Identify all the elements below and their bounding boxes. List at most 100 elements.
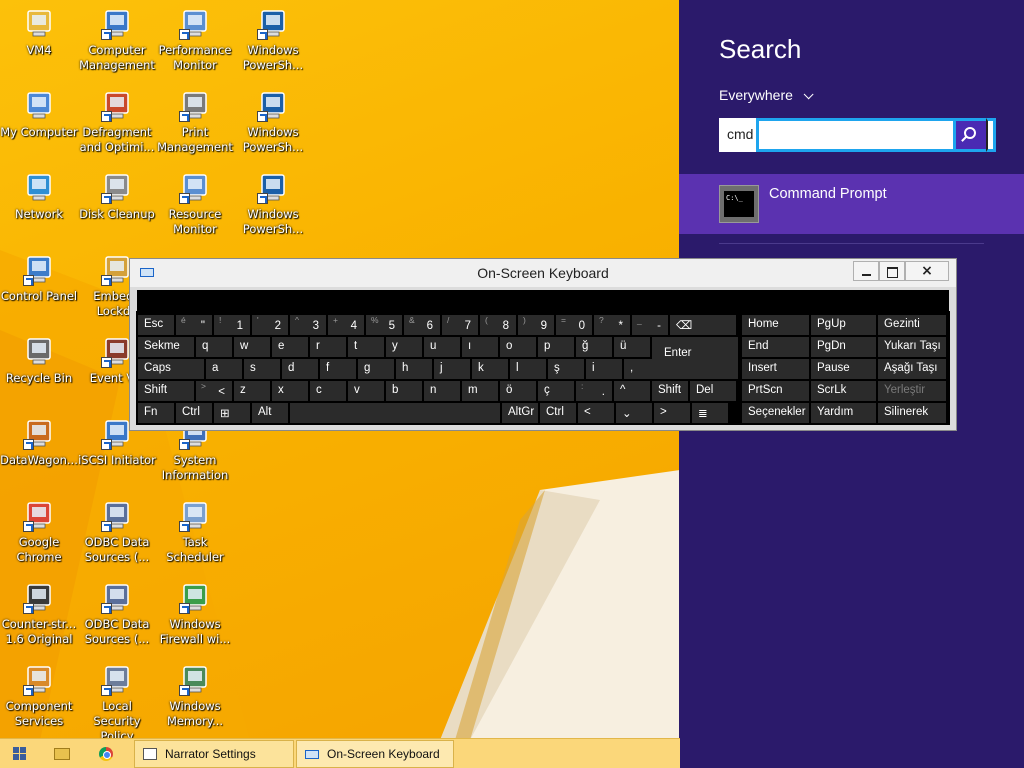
key-ctrl[interactable]: Ctrl	[176, 403, 212, 423]
desktop-icon-counter-strike[interactable]: Counter-str... 1.6 Original	[0, 582, 78, 647]
key-up-arrow[interactable]: ^	[614, 381, 650, 401]
key-p[interactable]: p	[538, 337, 574, 357]
key-2[interactable]: 2 '	[252, 315, 288, 335]
key-left[interactable]: < >	[196, 381, 232, 401]
key-ü[interactable]: ü	[614, 337, 650, 357]
taskbar-item-narrator-settings[interactable]: Narrator Settings	[134, 740, 294, 768]
key-n[interactable]: n	[424, 381, 460, 401]
key-ı[interactable]: ı	[462, 337, 498, 357]
key-m[interactable]: m	[462, 381, 498, 401]
key-yerleştir[interactable]: Yerleştir	[878, 381, 946, 401]
key-a[interactable]: a	[206, 359, 242, 379]
key-quote[interactable]: " é	[176, 315, 212, 335]
key-t[interactable]: t	[348, 337, 384, 357]
key-sekme[interactable]: Sekme	[138, 337, 194, 357]
key-ş[interactable]: ş	[548, 359, 584, 379]
key-1[interactable]: 1!	[214, 315, 250, 335]
key-v[interactable]: v	[348, 381, 384, 401]
key-u[interactable]: u	[424, 337, 460, 357]
key-enter[interactable]: Enter	[652, 337, 738, 379]
key-4[interactable]: 4 +	[328, 315, 364, 335]
desktop-icon-local-security-policy[interactable]: Local Security Policy	[78, 664, 156, 744]
minimize-button[interactable]	[853, 261, 879, 281]
key-ç[interactable]: ç	[538, 381, 574, 401]
key-yardım[interactable]: Yardım	[811, 403, 876, 423]
search-input[interactable]: cmd	[727, 126, 753, 142]
desktop-icon-windows-memory[interactable]: Windows Memory...	[156, 664, 234, 729]
maximize-button[interactable]	[879, 261, 905, 281]
desktop-icon-disk-cleanup[interactable]: Disk Cleanup	[78, 172, 156, 222]
key-backspace[interactable]: ⌫	[670, 315, 736, 335]
start-button[interactable]	[4, 739, 36, 768]
key-g[interactable]: g	[358, 359, 394, 379]
key-shift[interactable]: Shift	[138, 381, 194, 401]
desktop-icon-odbc-data-sources-1[interactable]: ODBC Data Sources (...	[78, 500, 156, 565]
key-f[interactable]: f	[320, 359, 356, 379]
key-alt[interactable]: Alt	[252, 403, 288, 423]
key-k[interactable]: k	[472, 359, 508, 379]
key-r[interactable]: r	[310, 337, 346, 357]
key-silinerek[interactable]: Silinerek	[878, 403, 946, 423]
key-9[interactable]: 9)	[518, 315, 554, 335]
desktop-icon-google-chrome[interactable]: Google Chrome	[0, 500, 78, 565]
key-insert[interactable]: Insert	[742, 359, 809, 379]
key-7[interactable]: 7/	[442, 315, 478, 335]
key-pause[interactable]: Pause	[811, 359, 876, 379]
key-d[interactable]: d	[282, 359, 318, 379]
search-scope-dropdown[interactable]: Everywhere	[719, 87, 814, 103]
key-ğ[interactable]: ğ	[576, 337, 612, 357]
key-comma[interactable]: ,	[624, 359, 660, 379]
key-del[interactable]: Del	[690, 381, 736, 401]
desktop-icon-defragment[interactable]: Defragment and Optimi...	[78, 90, 156, 155]
desktop-icon-windows-powershell-2[interactable]: Windows PowerSh...	[234, 90, 312, 155]
key-left[interactable]: <	[578, 403, 614, 423]
desktop-icon-odbc-data-sources-2[interactable]: ODBC Data Sources (...	[78, 582, 156, 647]
search-result-item[interactable]: Command Prompt	[679, 174, 1024, 234]
chrome-taskbar-button[interactable]	[92, 739, 122, 768]
key-pgup[interactable]: PgUp	[811, 315, 876, 335]
desktop-icon-windows-powershell-3[interactable]: Windows PowerSh...	[234, 172, 312, 237]
key-ctrl[interactable]: Ctrl	[540, 403, 576, 423]
desktop-icon-component-services[interactable]: Component Services	[0, 664, 78, 729]
key-j[interactable]: j	[434, 359, 470, 379]
osk-titlebar[interactable]: On-Screen Keyboard ×	[130, 259, 956, 287]
key-o[interactable]: o	[500, 337, 536, 357]
key-right[interactable]: >	[654, 403, 690, 423]
key-5[interactable]: 5%	[366, 315, 402, 335]
key-h[interactable]: h	[396, 359, 432, 379]
close-button[interactable]: ×	[905, 261, 949, 281]
desktop-icon-windows-powershell-1[interactable]: Windows PowerSh...	[234, 8, 312, 73]
key-l[interactable]: l	[510, 359, 546, 379]
key-y[interactable]: y	[386, 337, 422, 357]
desktop-icon-vm4[interactable]: VM4	[0, 8, 78, 58]
search-box[interactable]: cmd	[719, 118, 996, 152]
key-8[interactable]: 8(	[480, 315, 516, 335]
key-i[interactable]: i	[586, 359, 622, 379]
key-caps[interactable]: Caps	[138, 359, 204, 379]
key-aşağı-taşı[interactable]: Aşağı Taşı	[878, 359, 946, 379]
key-ö[interactable]: ö	[500, 381, 536, 401]
desktop-icon-resource-monitor[interactable]: Resource Monitor	[156, 172, 234, 237]
key-minus[interactable]: - _	[632, 315, 668, 335]
desktop-icon-task-scheduler[interactable]: Task Scheduler	[156, 500, 234, 565]
key-b[interactable]: b	[386, 381, 422, 401]
key-period[interactable]: .:	[576, 381, 612, 401]
key-menu-key[interactable]: ≣	[692, 403, 728, 423]
desktop-icon-network[interactable]: Network	[0, 172, 78, 222]
key-0[interactable]: 0 =	[556, 315, 592, 335]
key-yukarı-taşı[interactable]: Yukarı Taşı	[878, 337, 946, 357]
key-pgdn[interactable]: PgDn	[811, 337, 876, 357]
search-field-focus[interactable]	[756, 118, 956, 152]
desktop-icon-windows-firewall[interactable]: Windows Firewall wi...	[156, 582, 234, 647]
key-shift[interactable]: Shift	[652, 381, 688, 401]
key-fn[interactable]: Fn	[138, 403, 174, 423]
file-explorer-button[interactable]	[48, 739, 78, 768]
search-button[interactable]	[956, 118, 986, 152]
key-w[interactable]: w	[234, 337, 270, 357]
key-s[interactable]: s	[244, 359, 280, 379]
desktop-icon-performance-monitor[interactable]: Performance Monitor	[156, 8, 234, 73]
key-asterisk[interactable]: *?	[594, 315, 630, 335]
key-e[interactable]: e	[272, 337, 308, 357]
key-windows-key[interactable]: ⊞	[214, 403, 250, 423]
key-6[interactable]: 6 &	[404, 315, 440, 335]
